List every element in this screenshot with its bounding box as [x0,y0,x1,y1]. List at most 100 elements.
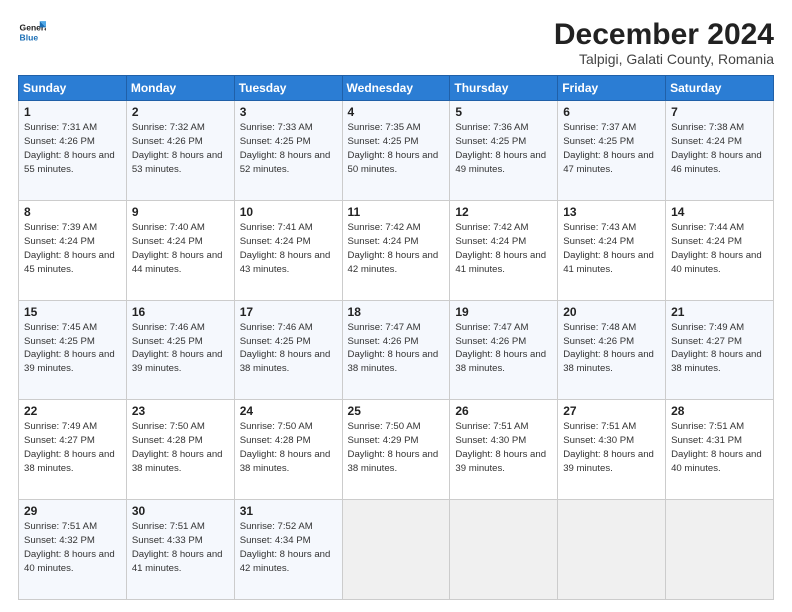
cell-info: Sunrise: 7:49 AMSunset: 4:27 PMDaylight:… [671,322,762,375]
cell-info: Sunrise: 7:33 AMSunset: 4:25 PMDaylight:… [240,122,331,175]
calendar-week-2: 8 Sunrise: 7:39 AMSunset: 4:24 PMDayligh… [19,200,774,300]
logo-icon: General Blue [18,18,46,46]
cell-info: Sunrise: 7:38 AMSunset: 4:24 PMDaylight:… [671,122,762,175]
day-number: 20 [563,305,660,319]
calendar-cell: 21 Sunrise: 7:49 AMSunset: 4:27 PMDaylig… [666,300,774,400]
col-wednesday: Wednesday [342,76,450,101]
cell-info: Sunrise: 7:31 AMSunset: 4:26 PMDaylight:… [24,122,115,175]
calendar-cell: 14 Sunrise: 7:44 AMSunset: 4:24 PMDaylig… [666,200,774,300]
calendar-cell: 8 Sunrise: 7:39 AMSunset: 4:24 PMDayligh… [19,200,127,300]
day-number: 7 [671,105,768,119]
day-number: 21 [671,305,768,319]
header: General Blue December 2024 Talpigi, Gala… [18,18,774,67]
calendar-header: Sunday Monday Tuesday Wednesday Thursday… [19,76,774,101]
day-number: 22 [24,404,121,418]
col-friday: Friday [558,76,666,101]
calendar-cell: 20 Sunrise: 7:48 AMSunset: 4:26 PMDaylig… [558,300,666,400]
cell-info: Sunrise: 7:48 AMSunset: 4:26 PMDaylight:… [563,322,654,375]
day-number: 14 [671,205,768,219]
cell-info: Sunrise: 7:39 AMSunset: 4:24 PMDaylight:… [24,222,115,275]
cell-info: Sunrise: 7:50 AMSunset: 4:28 PMDaylight:… [240,421,331,474]
cell-info: Sunrise: 7:45 AMSunset: 4:25 PMDaylight:… [24,322,115,375]
calendar-cell: 16 Sunrise: 7:46 AMSunset: 4:25 PMDaylig… [126,300,234,400]
day-number: 1 [24,105,121,119]
calendar-cell: 6 Sunrise: 7:37 AMSunset: 4:25 PMDayligh… [558,101,666,201]
day-number: 6 [563,105,660,119]
cell-info: Sunrise: 7:42 AMSunset: 4:24 PMDaylight:… [348,222,439,275]
col-saturday: Saturday [666,76,774,101]
cell-info: Sunrise: 7:46 AMSunset: 4:25 PMDaylight:… [240,322,331,375]
day-number: 2 [132,105,229,119]
day-number: 5 [455,105,552,119]
calendar-week-3: 15 Sunrise: 7:45 AMSunset: 4:25 PMDaylig… [19,300,774,400]
calendar-cell [342,500,450,600]
cell-info: Sunrise: 7:36 AMSunset: 4:25 PMDaylight:… [455,122,546,175]
day-number: 9 [132,205,229,219]
calendar-cell: 1 Sunrise: 7:31 AMSunset: 4:26 PMDayligh… [19,101,127,201]
cell-info: Sunrise: 7:52 AMSunset: 4:34 PMDaylight:… [240,521,331,574]
cell-info: Sunrise: 7:51 AMSunset: 4:32 PMDaylight:… [24,521,115,574]
calendar-cell: 17 Sunrise: 7:46 AMSunset: 4:25 PMDaylig… [234,300,342,400]
cell-info: Sunrise: 7:43 AMSunset: 4:24 PMDaylight:… [563,222,654,275]
day-number: 24 [240,404,337,418]
day-number: 30 [132,504,229,518]
cell-info: Sunrise: 7:51 AMSunset: 4:31 PMDaylight:… [671,421,762,474]
day-number: 23 [132,404,229,418]
calendar-cell: 3 Sunrise: 7:33 AMSunset: 4:25 PMDayligh… [234,101,342,201]
calendar-cell: 11 Sunrise: 7:42 AMSunset: 4:24 PMDaylig… [342,200,450,300]
cell-info: Sunrise: 7:42 AMSunset: 4:24 PMDaylight:… [455,222,546,275]
day-number: 26 [455,404,552,418]
calendar-cell: 10 Sunrise: 7:41 AMSunset: 4:24 PMDaylig… [234,200,342,300]
cell-info: Sunrise: 7:35 AMSunset: 4:25 PMDaylight:… [348,122,439,175]
calendar-cell: 31 Sunrise: 7:52 AMSunset: 4:34 PMDaylig… [234,500,342,600]
cell-info: Sunrise: 7:47 AMSunset: 4:26 PMDaylight:… [348,322,439,375]
cell-info: Sunrise: 7:37 AMSunset: 4:25 PMDaylight:… [563,122,654,175]
calendar-cell [666,500,774,600]
col-thursday: Thursday [450,76,558,101]
calendar-cell: 13 Sunrise: 7:43 AMSunset: 4:24 PMDaylig… [558,200,666,300]
cell-info: Sunrise: 7:51 AMSunset: 4:30 PMDaylight:… [455,421,546,474]
logo: General Blue [18,18,46,46]
cell-info: Sunrise: 7:49 AMSunset: 4:27 PMDaylight:… [24,421,115,474]
day-number: 19 [455,305,552,319]
day-number: 18 [348,305,445,319]
page: General Blue December 2024 Talpigi, Gala… [0,0,792,612]
col-tuesday: Tuesday [234,76,342,101]
title-block: December 2024 Talpigi, Galati County, Ro… [554,18,774,67]
calendar-cell: 2 Sunrise: 7:32 AMSunset: 4:26 PMDayligh… [126,101,234,201]
day-number: 12 [455,205,552,219]
cell-info: Sunrise: 7:51 AMSunset: 4:33 PMDaylight:… [132,521,223,574]
calendar-cell: 22 Sunrise: 7:49 AMSunset: 4:27 PMDaylig… [19,400,127,500]
calendar-cell: 4 Sunrise: 7:35 AMSunset: 4:25 PMDayligh… [342,101,450,201]
day-number: 27 [563,404,660,418]
day-number: 16 [132,305,229,319]
day-number: 10 [240,205,337,219]
calendar-cell: 27 Sunrise: 7:51 AMSunset: 4:30 PMDaylig… [558,400,666,500]
day-number: 28 [671,404,768,418]
calendar-cell [558,500,666,600]
day-number: 17 [240,305,337,319]
cell-info: Sunrise: 7:51 AMSunset: 4:30 PMDaylight:… [563,421,654,474]
day-number: 8 [24,205,121,219]
cell-info: Sunrise: 7:50 AMSunset: 4:28 PMDaylight:… [132,421,223,474]
calendar-cell: 19 Sunrise: 7:47 AMSunset: 4:26 PMDaylig… [450,300,558,400]
calendar-cell: 28 Sunrise: 7:51 AMSunset: 4:31 PMDaylig… [666,400,774,500]
day-number: 11 [348,205,445,219]
calendar-cell: 15 Sunrise: 7:45 AMSunset: 4:25 PMDaylig… [19,300,127,400]
calendar-cell: 23 Sunrise: 7:50 AMSunset: 4:28 PMDaylig… [126,400,234,500]
day-number: 13 [563,205,660,219]
calendar-week-5: 29 Sunrise: 7:51 AMSunset: 4:32 PMDaylig… [19,500,774,600]
calendar-week-1: 1 Sunrise: 7:31 AMSunset: 4:26 PMDayligh… [19,101,774,201]
cell-info: Sunrise: 7:40 AMSunset: 4:24 PMDaylight:… [132,222,223,275]
day-number: 25 [348,404,445,418]
calendar-cell: 18 Sunrise: 7:47 AMSunset: 4:26 PMDaylig… [342,300,450,400]
day-number: 29 [24,504,121,518]
header-row: Sunday Monday Tuesday Wednesday Thursday… [19,76,774,101]
cell-info: Sunrise: 7:41 AMSunset: 4:24 PMDaylight:… [240,222,331,275]
day-number: 4 [348,105,445,119]
calendar-cell: 9 Sunrise: 7:40 AMSunset: 4:24 PMDayligh… [126,200,234,300]
calendar-cell: 5 Sunrise: 7:36 AMSunset: 4:25 PMDayligh… [450,101,558,201]
cell-info: Sunrise: 7:50 AMSunset: 4:29 PMDaylight:… [348,421,439,474]
calendar-week-4: 22 Sunrise: 7:49 AMSunset: 4:27 PMDaylig… [19,400,774,500]
subtitle: Talpigi, Galati County, Romania [554,51,774,67]
